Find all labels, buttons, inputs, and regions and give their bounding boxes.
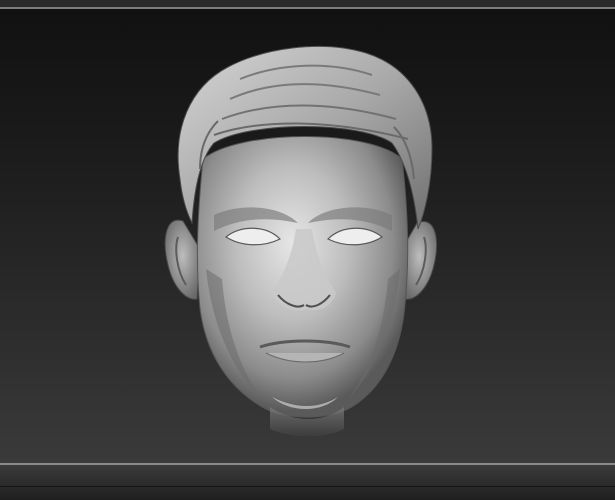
- 3d-viewport-canvas[interactable]: [0, 9, 615, 464]
- face-surface: [196, 136, 409, 418]
- sculpt-app-window: [0, 0, 615, 500]
- bottom-shelf-panel: [0, 465, 615, 500]
- sculpted-head-model[interactable]: [0, 9, 615, 464]
- left-ear: [164, 219, 201, 300]
- bottom-shelf-divider: [0, 486, 615, 487]
